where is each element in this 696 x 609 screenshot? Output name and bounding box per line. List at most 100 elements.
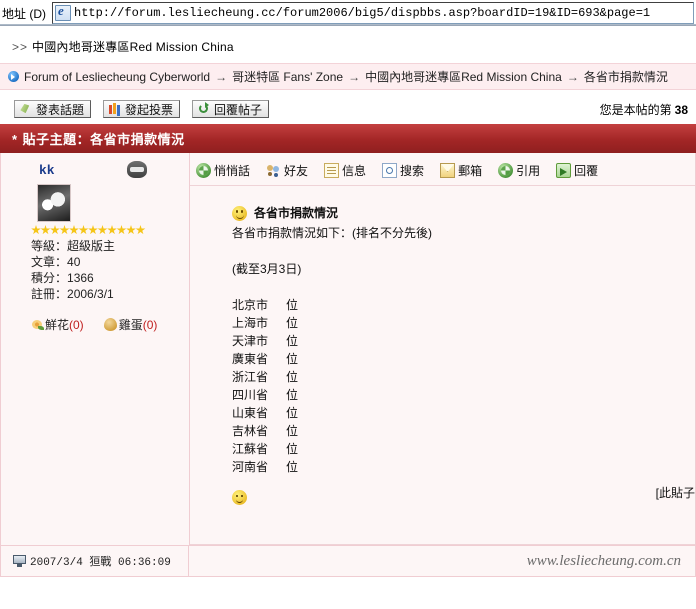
egg-count: (0) [142,317,158,332]
breadcrumb-item-red-mission-china[interactable]: 中國內地哥迷專區Red Mission China [365,68,562,85]
list-item: 吉林省 位 [232,422,695,440]
star-icon [40,225,51,235]
post-body: 各省市捐款情況 各省市捐款情況如下：(排名不分先後) (截至3月3日) 北京市位… [190,186,695,505]
region-unit: 位 [286,388,299,402]
action-whisper-label: 悄悄話 [214,164,251,178]
region-unit: 位 [286,370,299,384]
post-row: kk 等級：超級版主 文章：40 積分：1366 註冊：2006/3/1 鮮花(… [0,153,696,546]
region-name: 山東省 [232,406,269,420]
friends-icon [266,163,281,178]
star-icon [88,225,98,235]
monitor-icon [13,555,26,567]
region-name: 浙江省 [232,370,269,384]
visitor-count-number: 38 [674,103,688,117]
region-name: 廣東省 [232,352,269,366]
list-item: 江蘇省 位 [232,440,695,458]
author-points-row: 積分：1366 [31,270,189,286]
region-unit: 位 [286,316,299,330]
post-footer: 2007/3/4 狟戰 06:36:09 www.lesliecheung.co… [0,546,696,577]
star-icon [135,225,146,235]
action-add-friend-label: 好友 [284,164,309,178]
new-topic-button[interactable]: 發表話題 [14,100,92,118]
egg-label: 雞蛋 [118,318,143,332]
post-intro: 各省市捐款情況如下：(排名不分先後) [232,226,432,240]
internet-explorer-icon [55,3,71,21]
visitor-count: 您是本帖的第 38 [600,101,688,118]
post-subject: 各省市捐款情況 [254,206,339,220]
author-posts-row: 文章：40 [31,254,189,270]
star-icon [69,225,79,235]
list-item: 山東省 位 [232,404,695,422]
breadcrumb-separator-arrow-icon: → [566,69,579,84]
post-timestamp: 2007/3/4 狟戰 06:36:09 [1,546,189,576]
star-icon [31,225,41,235]
action-quote[interactable]: 引用 [498,162,540,179]
breadcrumb-item-forum-root[interactable]: Forum of Lesliecheung Cyberworld [24,70,210,84]
thread-toolbar: 發表話題 發起投票 回覆帖子 您是本帖的第 38 [0,90,696,124]
author-stats: 等級：超級版主 文章：40 積分：1366 註冊：2006/3/1 [1,238,189,302]
region-name: 北京市 [232,298,269,312]
author-joined-value: 2006/3/1 [67,287,114,301]
give-flower-button[interactable]: 鮮花 (0) [31,316,84,333]
reply-arrow-icon [197,102,211,116]
region-unit: 位 [286,460,299,474]
breadcrumb-item-fans-zone[interactable]: 哥迷特區 Fans' Zone [232,68,343,85]
action-email[interactable]: 郵箱 [440,162,482,179]
bar-chart-icon [108,102,122,116]
action-user-info[interactable]: 信息 [324,162,366,179]
author-joined-label: 註冊： [31,287,68,301]
post-author-panel: kk 等級：超級版主 文章：40 積分：1366 註冊：2006/3/1 鮮花(… [1,153,190,545]
quote-icon [498,163,514,178]
list-item: 廣東省 位 [232,350,695,368]
reply-post-button[interactable]: 回覆帖子 [192,100,270,118]
author-level-label: 等級： [31,239,68,253]
breadcrumb-separator-arrow-icon: → [215,69,228,84]
star-icon [116,225,127,235]
action-whisper[interactable]: 悄悄話 [196,162,250,179]
site-watermark: www.lesliecheung.com.cn [526,552,681,569]
subforum-prefix: >> [12,40,29,54]
new-poll-button[interactable]: 發起投票 [103,100,181,118]
search-icon [382,163,398,178]
author-rank-stars [1,225,189,238]
subforum-name[interactable]: 中國內地哥迷專區Red Mission China [32,40,234,54]
author-username[interactable]: kk [1,163,189,178]
address-input[interactable]: http://forum.lesliecheung.cc/forum2006/b… [52,2,694,24]
breadcrumb-item-current-thread: 各省市捐款情況 [583,70,668,84]
post-subject-line: 各省市捐款情況 [232,204,695,222]
give-egg-button[interactable]: 雞蛋 (0) [103,316,158,333]
region-unit: 位 [286,352,299,366]
post-spacer [232,242,695,260]
region-unit: 位 [286,424,299,438]
flower-icon [31,319,44,331]
author-level-row: 等級：超級版主 [31,238,189,254]
post-edit-note: [此貼子 [655,486,695,500]
browser-address-bar: 地址 (D) http://forum.lesliecheung.cc/foru… [0,0,696,26]
breadcrumb-separator-arrow-icon: → [348,69,361,84]
breadcrumb: Forum of Lesliecheung Cyberworld → 哥迷特區 … [0,63,696,90]
author-points-value: 1366 [67,271,94,285]
region-name: 上海市 [232,316,269,330]
page-title: 貼子主題：各省市捐款情況 [22,132,185,147]
star-icon [78,225,89,235]
list-item: 上海市 位 [232,314,695,332]
author-posts-value: 40 [67,255,81,269]
region-name: 吉林省 [232,424,269,438]
address-bar-label: 地址 (D) [2,6,46,21]
flower-label: 鮮花 [45,318,70,332]
action-email-label: 郵箱 [458,164,483,178]
author-points-label: 積分： [31,271,68,285]
list-item: 浙江省 位 [232,368,695,386]
region-unit: 位 [286,334,299,348]
author-level-value: 超級版主 [67,239,116,253]
action-add-friend[interactable]: 好友 [266,162,308,179]
star-icon [126,225,136,235]
visitor-count-prefix: 您是本帖的第 [599,103,672,117]
region-name: 江蘇省 [232,442,269,456]
star-icon [97,225,108,235]
action-search[interactable]: 搜索 [382,162,424,179]
action-reply[interactable]: 回覆 [556,162,598,179]
address-url-text: http://forum.lesliecheung.cc/forum2006/b… [74,6,651,20]
reply-post-label: 回覆帖子 [214,102,263,117]
action-search-label: 搜索 [400,164,425,178]
